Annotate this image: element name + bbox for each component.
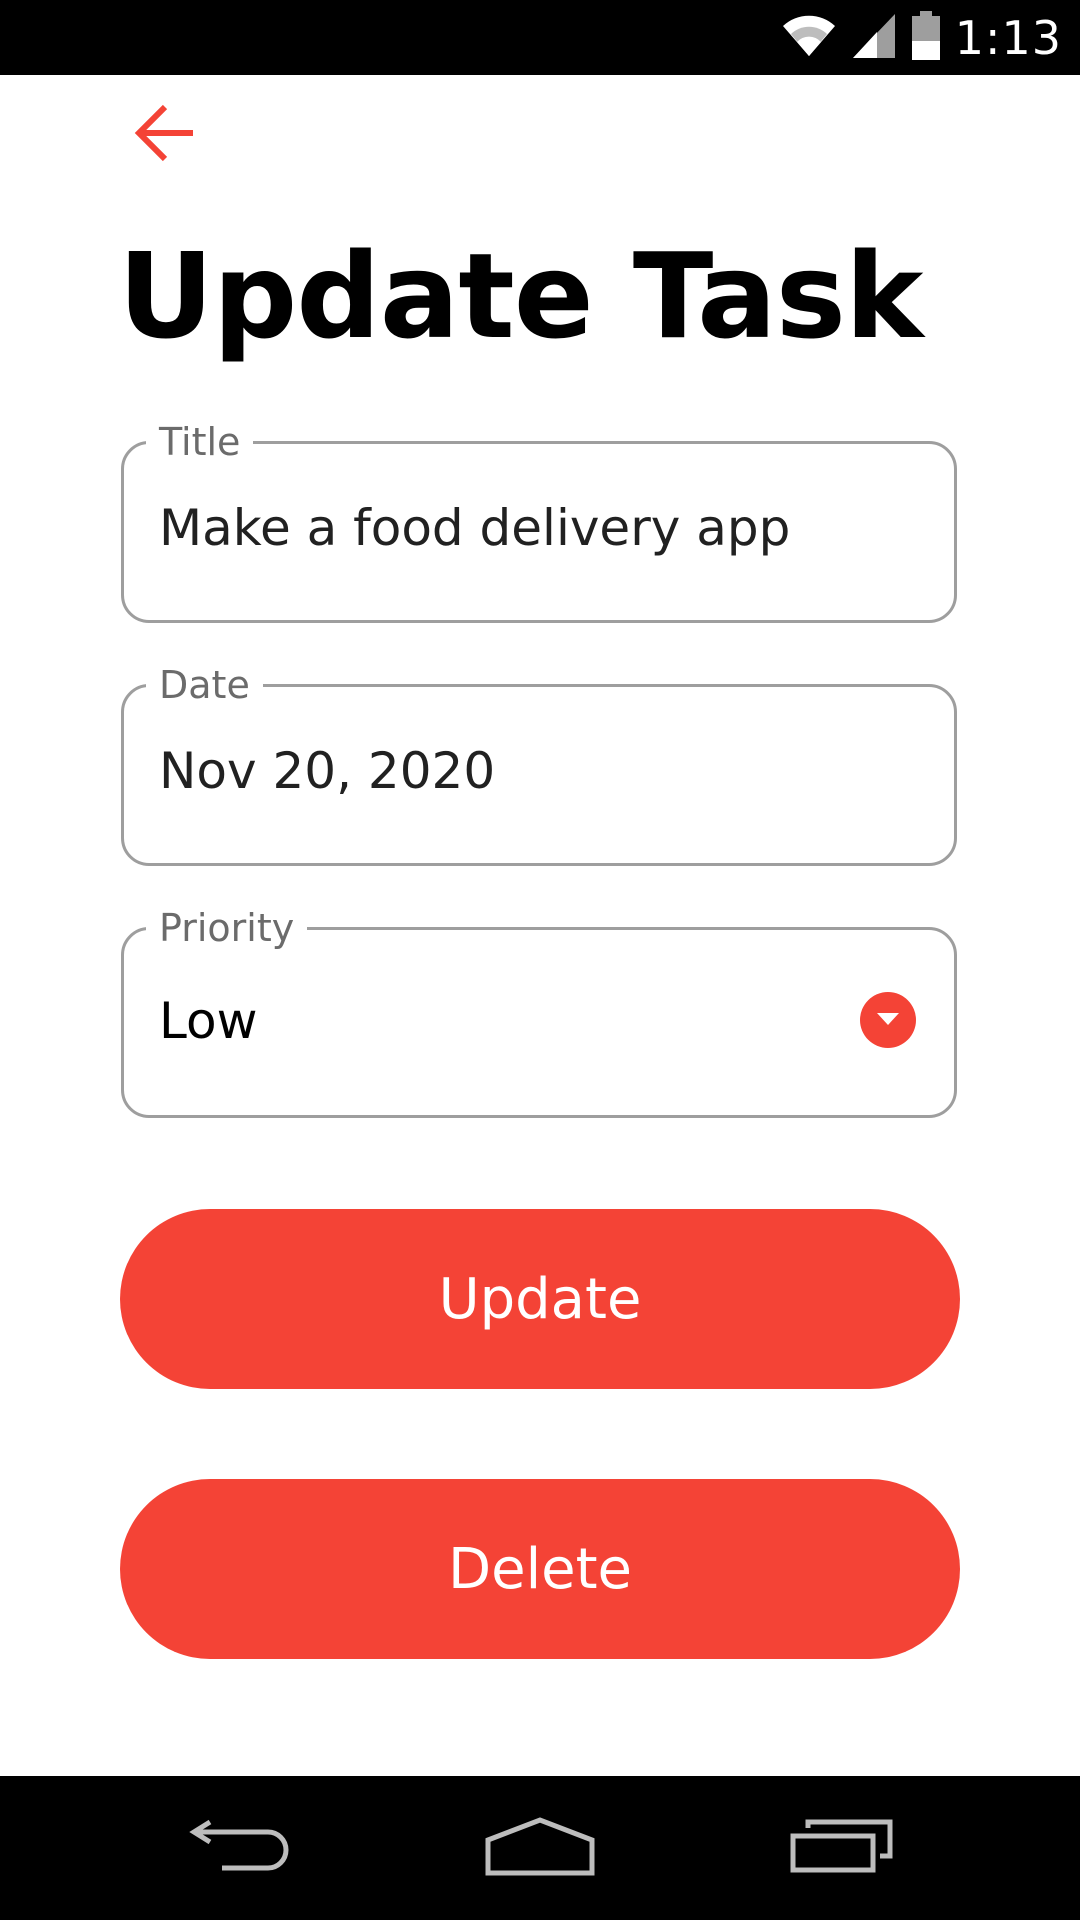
nav-home-icon	[485, 1816, 595, 1880]
update-task-screen: 1:13 Update Task Title Make a food deliv…	[0, 0, 1080, 1920]
date-field[interactable]: Date Nov 20, 2020	[121, 662, 957, 866]
date-field-value[interactable]: Nov 20, 2020	[159, 742, 495, 800]
nav-recents-icon	[790, 1818, 894, 1878]
signal-icon	[851, 12, 897, 64]
back-button[interactable]	[125, 100, 205, 170]
nav-back-button[interactable]	[180, 1798, 300, 1898]
priority-field-value[interactable]: Low	[159, 992, 257, 1050]
title-field-value[interactable]: Make a food delivery app	[159, 499, 790, 557]
page-title: Update Task	[118, 227, 924, 365]
status-bar: 1:13	[0, 0, 1080, 75]
title-field-label: Title	[146, 419, 254, 465]
priority-field-label: Priority	[146, 905, 308, 951]
battery-icon	[911, 10, 941, 65]
title-field[interactable]: Title Make a food delivery app	[121, 419, 957, 623]
nav-recents-button[interactable]	[782, 1798, 902, 1898]
update-button[interactable]: Update	[120, 1209, 960, 1389]
nav-home-button[interactable]	[480, 1798, 600, 1898]
dropdown-circle-icon[interactable]	[860, 992, 916, 1048]
priority-dropdown[interactable]: Priority Low	[121, 905, 957, 1118]
status-icons: 1:13	[781, 0, 1062, 75]
wifi-icon	[781, 14, 837, 62]
date-field-label: Date	[146, 662, 263, 708]
navigation-bar	[0, 1776, 1080, 1920]
arrow-left-icon	[133, 103, 197, 167]
delete-button[interactable]: Delete	[120, 1479, 960, 1659]
nav-back-icon	[188, 1818, 292, 1878]
status-time: 1:13	[954, 10, 1062, 65]
